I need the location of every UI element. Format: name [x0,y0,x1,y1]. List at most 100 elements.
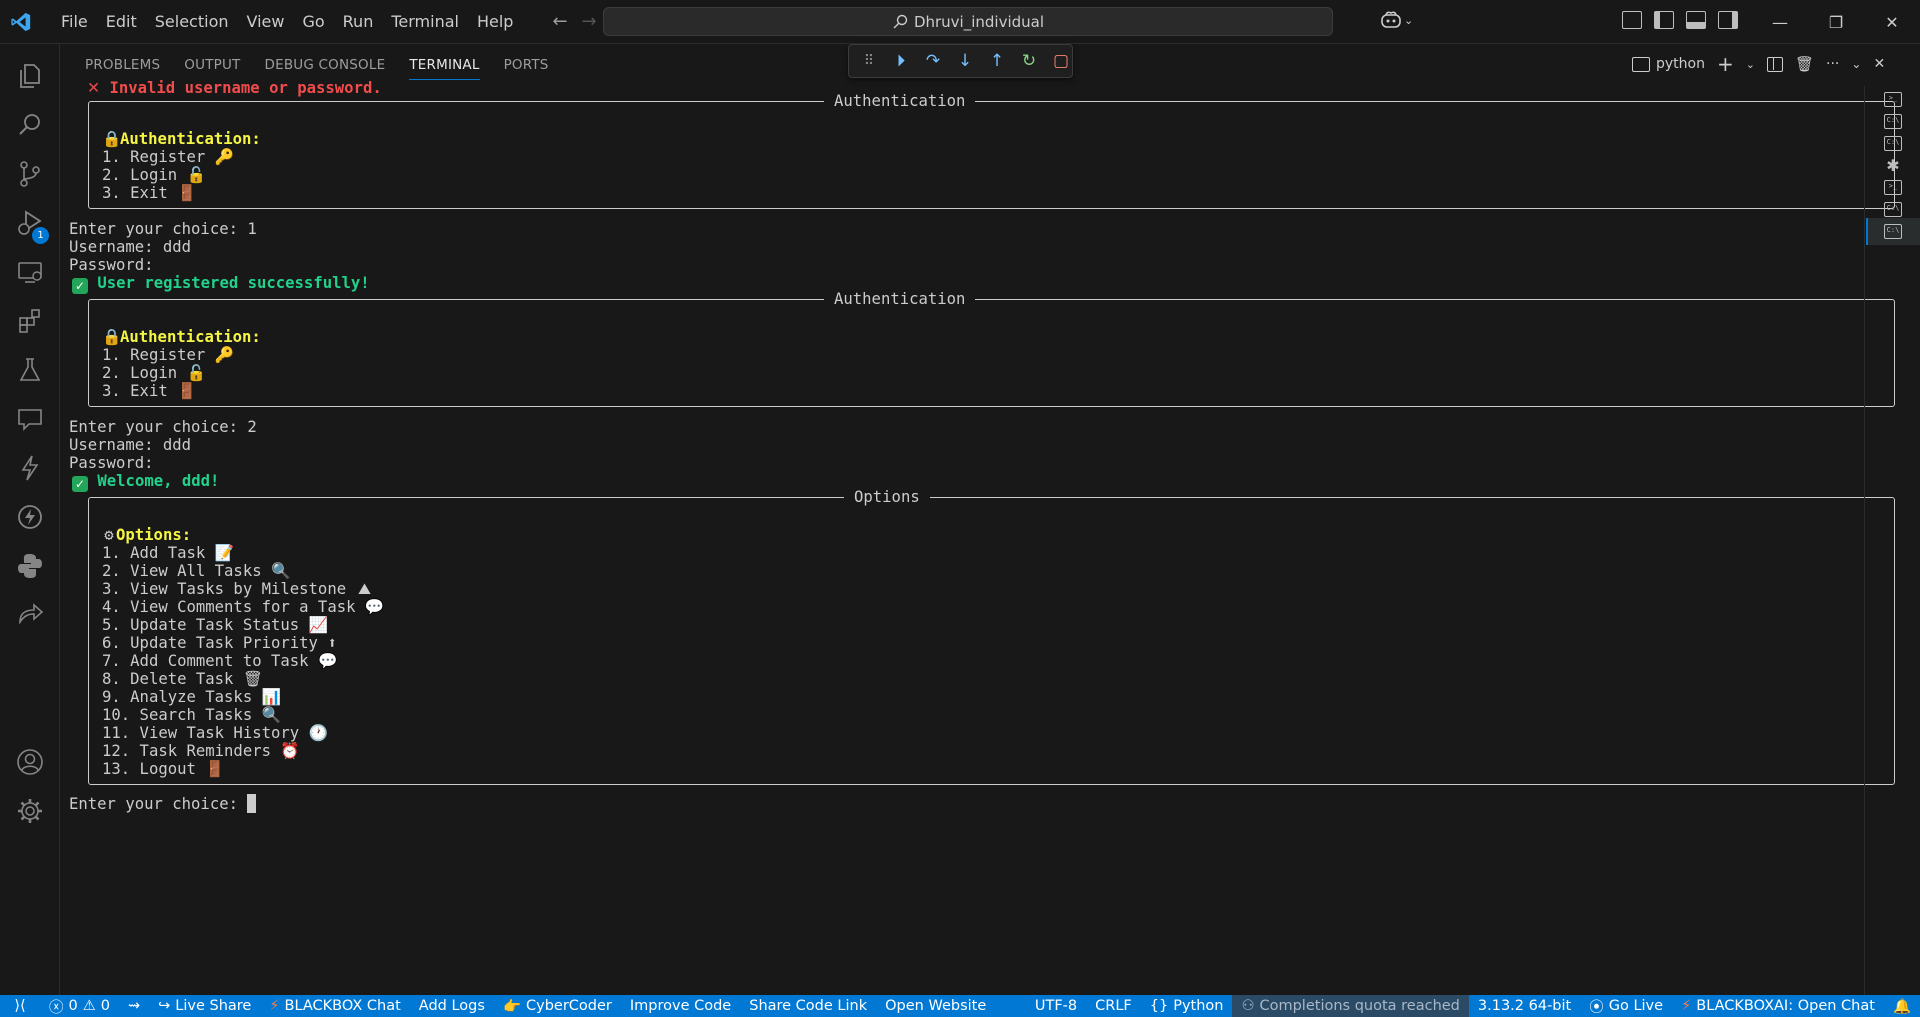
step-into-icon[interactable]: ↓ [955,51,975,71]
language-mode[interactable]: {} Python [1141,995,1233,1017]
terminal-selector[interactable]: python [1632,56,1705,72]
language-label: Python [1173,998,1224,1014]
live-share-label: Live Share [175,998,252,1014]
go-live-button[interactable]: ⦿ Go Live [1580,995,1672,1017]
chat-icon[interactable] [0,395,60,443]
terminal-output[interactable]: ✕ Invalid username or password. Authenti… [60,79,1895,995]
lightning-icon[interactable] [0,444,60,492]
new-terminal-icon[interactable]: + [1717,52,1734,76]
settings-gear-icon[interactable] [0,787,60,835]
search-icon[interactable] [0,101,60,149]
extensions-icon[interactable] [0,297,60,345]
cmd-icon: C:\ [1884,224,1902,239]
error-x-icon: ✕ [87,79,101,97]
choice-value: 1 [247,220,257,238]
search-icon [893,14,908,28]
step-over-icon[interactable]: ↷ [923,51,943,71]
menu-terminal[interactable]: Terminal [382,8,468,35]
key-icon: 🔑 [214,148,235,166]
authentication-box: Authentication [88,90,1895,209]
live-share-button[interactable]: ↪ Live Share [149,995,260,1017]
search-text: Dhruvi_individual [913,12,1045,31]
menu-selection[interactable]: Selection [146,8,238,35]
debug-toolbar: ⠿ ⏵ ↷ ↓ ↑ ↻ ▢ [848,44,1073,78]
pointing-hand-icon: 👉 [502,998,521,1015]
toggle-primary-sidebar-icon[interactable] [1654,11,1674,29]
notifications-bell-icon[interactable]: 🔔 [1884,995,1920,1017]
speech-bubble-icon: 💬 [317,652,338,670]
forward-arrow-icon[interactable]: → [582,11,597,32]
toggle-secondary-sidebar-icon[interactable] [1718,11,1738,29]
tab-ports[interactable]: PORTS [492,44,561,86]
broadcast-icon: ⦿ [1589,999,1604,1016]
choice-value: 2 [247,418,257,436]
share-code-link-button[interactable]: Share Code Link [740,995,876,1017]
success-message: User registered successfully! [97,274,370,292]
remote-explorer-icon[interactable] [0,248,60,296]
panel-actions: python + ⌄ 🗑 ··· ⌄ ✕ [1632,52,1885,76]
open-website-button[interactable]: Open Website [876,995,995,1017]
run-debug-icon[interactable]: 1 [0,199,60,247]
menu-file[interactable]: File [52,8,97,35]
toggle-panel-icon[interactable] [1686,11,1706,29]
improve-code-button[interactable]: Improve Code [621,995,740,1017]
remote-indicator-icon[interactable]: ⟩⟨ [0,995,40,1017]
continue-icon[interactable]: ⏵ [891,51,911,71]
trash-icon[interactable]: 🗑 [1795,55,1814,73]
debug-badge: 1 [32,227,49,244]
minimize-icon[interactable]: — [1752,0,1808,44]
terminal-tab-active[interactable]: C:\ [1866,218,1920,245]
encoding-selector[interactable]: UTF-8 [1026,995,1086,1017]
customize-layout-icon[interactable] [1622,11,1642,29]
menu-view[interactable]: View [238,8,294,35]
blackbox-chat-button[interactable]: ⚡ BLACKBOX Chat [260,995,409,1017]
tab-terminal[interactable]: TERMINAL [397,44,491,86]
step-out-icon[interactable]: ↑ [987,51,1007,71]
back-arrow-icon[interactable]: ← [552,11,567,32]
blackbox-icon[interactable] [0,493,60,541]
split-terminal-icon[interactable] [1766,56,1783,72]
python-icon[interactable] [0,542,60,590]
more-actions-icon[interactable]: ··· [1826,56,1839,72]
menu-edit[interactable]: Edit [97,8,146,35]
problems-indicator[interactable]: ⓧ 0 ⚠ 0 [40,995,119,1017]
restart-icon[interactable]: ↻ [1019,51,1039,71]
restore-icon[interactable]: ❐ [1808,0,1864,44]
cybercoder-button[interactable]: 👉 CyberCoder [494,995,621,1017]
quota-label: Completions quota reached [1259,998,1460,1014]
drag-handle-icon[interactable]: ⠿ [859,51,879,71]
menu-help[interactable]: Help [468,8,522,35]
terminal-icon [1632,56,1650,72]
warning-count: 0 [100,998,110,1014]
go-live-label: Go Live [1608,998,1664,1014]
menu-go[interactable]: Go [293,8,333,35]
chevron-down-icon: ⌄ [1404,13,1414,27]
close-panel-icon[interactable]: ✕ [1873,56,1885,72]
menu-run[interactable]: Run [334,8,383,35]
box-title: Options [844,486,930,508]
door-icon: 🚪 [177,184,197,202]
blackboxai-label: BLACKBOXAI: Open Chat [1696,998,1875,1014]
account-icon[interactable] [0,738,60,786]
source-control-icon[interactable] [0,150,60,198]
blackboxai-open-chat-button[interactable]: ⚡ BLACKBOXAI: Open Chat [1672,995,1884,1017]
copilot-quota-status[interactable]: ⚇ Completions quota reached [1232,995,1469,1017]
chevron-down-icon[interactable]: ⌄ [1746,58,1755,71]
testing-icon[interactable] [0,346,60,394]
live-share-icon[interactable] [0,591,60,639]
command-center-search[interactable]: Dhruvi_individual [603,7,1333,36]
stop-icon[interactable]: ▢ [1051,51,1071,71]
python-interpreter[interactable]: 3.13.2 64-bit [1469,995,1580,1017]
copilot-button[interactable]: ⌄ [1380,10,1413,30]
alarm-clock-icon: ⏰ [280,742,300,760]
eol-selector[interactable]: CRLF [1086,995,1141,1017]
door-icon: 🚪 [177,382,197,400]
check-icon: ✓ [72,278,88,294]
explorer-icon[interactable] [0,52,60,100]
maximize-panel-icon[interactable]: ⌄ [1851,57,1861,71]
add-logs-button[interactable]: Add Logs [410,995,494,1017]
clock-icon: 🕐 [308,724,328,742]
box-title: Authentication [824,90,976,112]
run-icon[interactable]: ⇝ [119,995,149,1017]
close-icon[interactable]: ✕ [1864,0,1920,44]
